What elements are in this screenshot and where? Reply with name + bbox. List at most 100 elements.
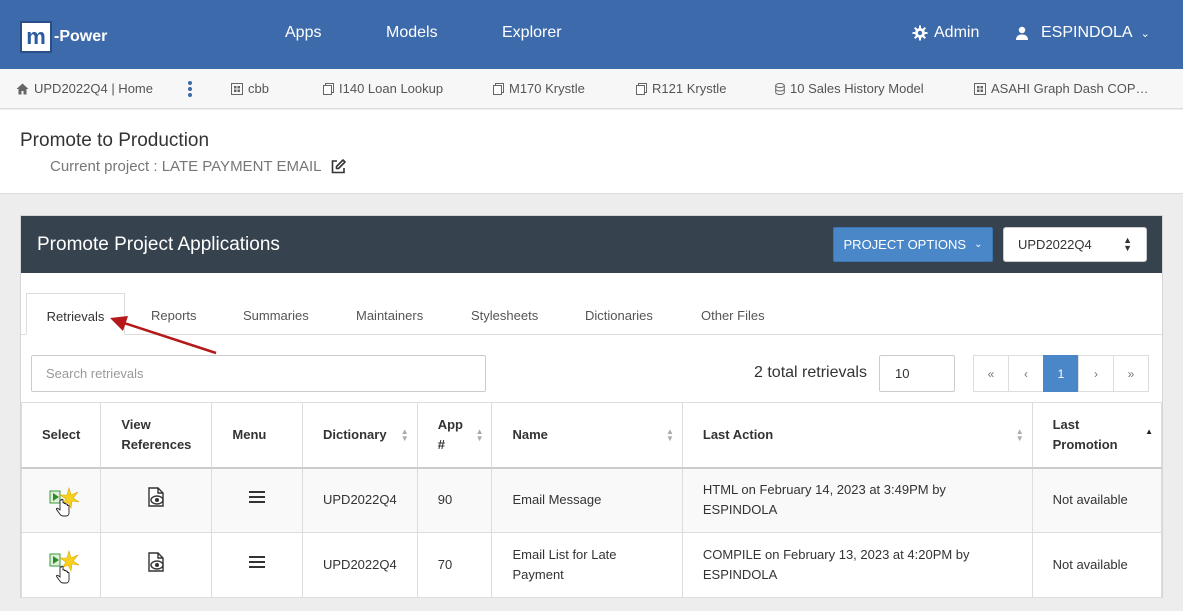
last-action-text: COMPILE on February 13, 2023 at 4:20PM b… bbox=[702, 547, 970, 562]
workspace-tab-label: 10 Sales History Model bbox=[790, 81, 924, 96]
col-dictionary[interactable]: Dictionary ▲ ▼ bbox=[302, 402, 418, 469]
nav-models[interactable]: Models bbox=[386, 24, 438, 42]
nav-apps[interactable]: Apps bbox=[285, 24, 321, 42]
library-select[interactable]: UPD2022Q4 ▲ ▼ bbox=[1003, 227, 1147, 262]
col-view-refs-label-2: References bbox=[121, 436, 192, 452]
col-name[interactable]: Name ▲ ▼ bbox=[491, 402, 683, 469]
gear-icon bbox=[912, 25, 928, 41]
project-options-button[interactable]: PROJECT OPTIONS ⌄ bbox=[833, 227, 993, 262]
pager-page-1[interactable]: 1 bbox=[1043, 355, 1079, 392]
sort-asc-icon: ▲ bbox=[1145, 427, 1153, 436]
library-select-value: UPD2022Q4 bbox=[1018, 237, 1092, 252]
table-row: UPD2022Q4 90 Email Message HTML on Febru… bbox=[20, 467, 1163, 533]
select-play-icon[interactable] bbox=[41, 545, 81, 585]
col-last-promo-label-2: Promotion bbox=[1052, 436, 1118, 452]
copy-icon bbox=[323, 82, 334, 95]
retrievals-table: Select View References Menu Dictionary ▲ ▼ … bbox=[20, 402, 1163, 598]
menu-cell[interactable] bbox=[211, 532, 303, 598]
col-last-promotion[interactable]: Last Promotion ▲ bbox=[1031, 402, 1163, 469]
last-promotion-cell: Not available bbox=[1031, 532, 1163, 598]
last-action-cell: COMPILE on February 13, 2023 at 4:20PM b… bbox=[681, 532, 1033, 598]
pager-first-button[interactable]: « bbox=[973, 355, 1009, 392]
view-references-cell[interactable] bbox=[100, 532, 213, 598]
workspace-tab-i140[interactable]: I140 Loan Lookup bbox=[323, 81, 443, 96]
sort-icon: ▲ ▼ bbox=[1015, 427, 1024, 443]
last-action-cell: HTML on February 14, 2023 at 3:49PM by E… bbox=[681, 467, 1033, 533]
tab-maintainers[interactable]: Maintainers bbox=[356, 293, 423, 335]
chevron-down-icon: ⌄ bbox=[1140, 27, 1150, 40]
workspace-tab-label: I140 Loan Lookup bbox=[339, 81, 444, 96]
col-name-label: Name bbox=[512, 426, 548, 442]
tab-retrievals[interactable]: Retrievals bbox=[26, 293, 125, 335]
tab-stylesheets[interactable]: Stylesheets bbox=[471, 293, 538, 335]
chevron-down-icon: ⌄ bbox=[974, 239, 983, 250]
workspace-tab-cbb[interactable]: cbb bbox=[231, 81, 269, 96]
panel-title: Promote Project Applications bbox=[37, 234, 280, 255]
copy-icon bbox=[636, 82, 647, 95]
page-header: Promote to Production Current project : … bbox=[0, 110, 1183, 194]
workspace-tab-asahi[interactable]: ASAHI Graph Dash COP… bbox=[974, 81, 1149, 96]
menu-cell[interactable] bbox=[211, 467, 303, 533]
col-view-refs-label-1: View bbox=[121, 416, 151, 432]
col-app-label: App # bbox=[437, 416, 463, 452]
app-number-cell: 90 bbox=[416, 467, 493, 533]
promote-panel: Promote Project Applications PROJECT OPT… bbox=[20, 215, 1163, 598]
workspace-tab-strip: UPD2022Q4 | Home cbb I140 Loan Lookup M1… bbox=[0, 69, 1183, 109]
workspace-tab-label: M170 Krystle bbox=[509, 81, 585, 96]
home-icon bbox=[16, 83, 29, 94]
tab-dictionaries[interactable]: Dictionaries bbox=[585, 293, 653, 335]
tab-other-files[interactable]: Other Files bbox=[701, 293, 765, 335]
hamburger-menu-icon[interactable] bbox=[249, 490, 266, 504]
logo-text: -Power bbox=[54, 28, 108, 45]
workspace-tab-r121[interactable]: R121 Krystle bbox=[636, 81, 726, 96]
user-menu[interactable]: ESPINDOLA ⌄ bbox=[1015, 24, 1150, 42]
pager-prev-button[interactable]: ‹ bbox=[1008, 355, 1044, 392]
view-references-cell[interactable] bbox=[100, 467, 213, 533]
col-app-number[interactable]: App # ▲ ▼ bbox=[416, 402, 493, 469]
sort-icon: ▲ ▼ bbox=[475, 427, 484, 443]
dictionary-cell: UPD2022Q4 bbox=[302, 532, 418, 598]
document-eye-icon[interactable] bbox=[146, 487, 166, 507]
page-size-input[interactable]: 10 bbox=[879, 355, 955, 392]
kebab-menu-icon[interactable] bbox=[187, 81, 193, 97]
col-last-action[interactable]: Last Action ▲ ▼ bbox=[681, 402, 1033, 469]
app-number-cell: 70 bbox=[416, 532, 493, 598]
workspace-tab-label: R121 Krystle bbox=[652, 81, 727, 96]
name-cell: Email List for Late Payment bbox=[491, 532, 683, 598]
mpower-logo[interactable]: m -Power bbox=[20, 21, 107, 53]
current-project-label: Current project : LATE PAYMENT EMAIL bbox=[50, 158, 322, 175]
logo-mark: m bbox=[20, 21, 52, 53]
table-row: UPD2022Q4 70 Email List for Late Payment … bbox=[20, 532, 1163, 598]
name-text-2: Payment bbox=[512, 567, 564, 582]
edit-icon[interactable] bbox=[331, 159, 347, 174]
select-arrows-icon: ▲ ▼ bbox=[1123, 235, 1132, 253]
workspace-tab-sales-model[interactable]: 10 Sales History Model bbox=[775, 81, 924, 96]
nav-explorer[interactable]: Explorer bbox=[502, 24, 562, 42]
col-last-promo-label-1: Last bbox=[1052, 416, 1080, 432]
select-cell[interactable] bbox=[20, 532, 102, 598]
workspace-tab-home[interactable]: UPD2022Q4 | Home bbox=[16, 81, 153, 96]
grid-icon bbox=[231, 82, 243, 95]
select-play-icon[interactable] bbox=[41, 480, 81, 520]
search-input[interactable]: Search retrievals bbox=[31, 355, 486, 392]
user-icon bbox=[1016, 26, 1028, 40]
panel-header: Promote Project Applications PROJECT OPT… bbox=[21, 216, 1162, 273]
select-cell[interactable] bbox=[20, 467, 102, 533]
pager-last-button[interactable]: » bbox=[1113, 355, 1149, 392]
hamburger-menu-icon[interactable] bbox=[249, 555, 266, 569]
workspace-tab-m170[interactable]: M170 Krystle bbox=[493, 81, 585, 96]
col-menu: Menu bbox=[211, 402, 303, 469]
copy-icon bbox=[493, 82, 504, 95]
name-cell: Email Message bbox=[491, 467, 683, 533]
document-eye-icon[interactable] bbox=[146, 552, 166, 572]
col-select: Select bbox=[20, 402, 102, 469]
tab-reports[interactable]: Reports bbox=[151, 293, 197, 335]
workspace-tab-label: ASAHI Graph Dash COP… bbox=[991, 81, 1149, 96]
pager-next-button[interactable]: › bbox=[1078, 355, 1114, 392]
project-options-label: PROJECT OPTIONS bbox=[843, 237, 967, 252]
workspace-tab-label: cbb bbox=[248, 81, 269, 96]
table-header-row: Select View References Menu Dictionary ▲ ▼ … bbox=[20, 402, 1163, 469]
last-action-text-2: ESPINDOLA bbox=[702, 567, 778, 582]
admin-menu[interactable]: Admin bbox=[912, 24, 979, 42]
tab-summaries[interactable]: Summaries bbox=[243, 293, 309, 335]
